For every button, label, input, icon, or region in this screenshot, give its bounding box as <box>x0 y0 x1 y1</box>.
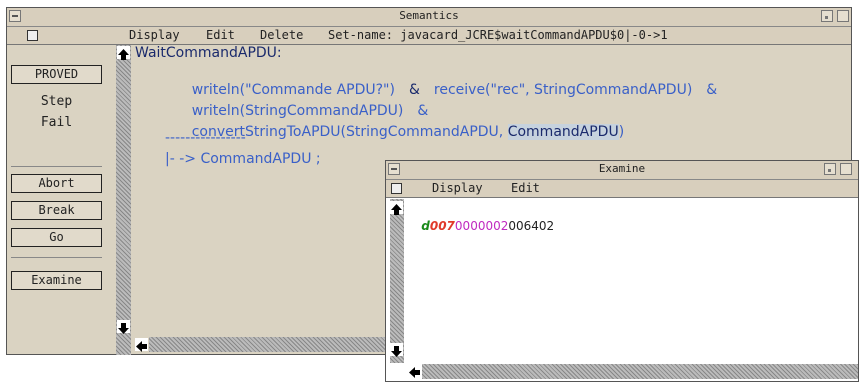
abort-button[interactable]: Abort <box>11 174 102 193</box>
minimize-button[interactable] <box>821 10 833 22</box>
semantics-titlebar[interactable]: Semantics <box>7 8 851 27</box>
horizontal-scrollbar[interactable] <box>422 364 858 379</box>
break-button[interactable]: Break <box>11 201 102 220</box>
examine-titlebar[interactable]: Examine <box>386 161 858 180</box>
semantics-menubar: Display Edit Delete Set-name: javacard_J… <box>7 27 851 45</box>
value-segment: 0000002 <box>454 219 509 233</box>
code-token: ) <box>618 124 625 140</box>
code-line-5: ---------------- <box>165 130 246 146</box>
value-segment: d <box>421 219 430 233</box>
vertical-scrollbar[interactable] <box>116 45 131 355</box>
scroll-down-arrow-icon[interactable] <box>390 343 403 357</box>
step-label[interactable]: Step <box>11 94 102 109</box>
fail-label[interactable]: Fail <box>11 115 102 130</box>
menu-display[interactable]: Display <box>432 181 483 195</box>
minimize-button[interactable] <box>824 163 836 175</box>
examine-menubar: Display Edit <box>386 180 858 198</box>
menu-edit[interactable]: Edit <box>511 181 540 195</box>
menu-set-name[interactable]: Set-name: javacard_JCRE$waitCommandAPDU$… <box>328 28 668 42</box>
separator <box>11 257 102 258</box>
value-segment: 006402 <box>508 219 555 233</box>
scroll-left-arrow-icon[interactable] <box>135 338 148 352</box>
go-button[interactable]: Go <box>11 228 102 247</box>
menu-delete[interactable]: Delete <box>260 28 303 42</box>
code-token: receive("rec", StringCommandAPDU) <box>433 82 693 98</box>
code-line-6: |- -> CommandAPDU ; <box>165 151 321 167</box>
examine-button[interactable]: Examine <box>11 271 102 290</box>
window-title: Semantics <box>399 9 459 22</box>
scroll-down-arrow-icon[interactable] <box>117 320 130 334</box>
code-token-highlighted[interactable]: CommandAPDU <box>507 124 619 140</box>
menubar-checkbox[interactable] <box>27 30 38 41</box>
scroll-left-arrow-icon[interactable] <box>408 364 421 378</box>
examine-value: d0070000002006402 <box>406 205 554 247</box>
code-token: & <box>706 82 718 98</box>
proved-status: PROVED <box>11 65 102 84</box>
maximize-button[interactable] <box>837 10 849 22</box>
menu-display[interactable]: Display <box>129 28 180 42</box>
menu-edit[interactable]: Edit <box>206 28 235 42</box>
code-line-1: WaitCommandAPDU: <box>135 45 282 61</box>
horizontal-scrollbar[interactable] <box>149 337 389 352</box>
scroll-up-arrow-icon[interactable] <box>117 46 130 60</box>
window-title: Examine <box>598 162 646 175</box>
scroll-up-arrow-icon[interactable] <box>390 201 403 215</box>
examine-window: Examine Display Edit d0070000002006402 <box>385 160 859 382</box>
separator <box>11 166 102 167</box>
maximize-button[interactable] <box>840 163 852 175</box>
menubar-checkbox[interactable] <box>391 183 402 194</box>
value-segment: 007 <box>429 219 455 233</box>
vertical-scrollbar[interactable] <box>390 199 404 363</box>
